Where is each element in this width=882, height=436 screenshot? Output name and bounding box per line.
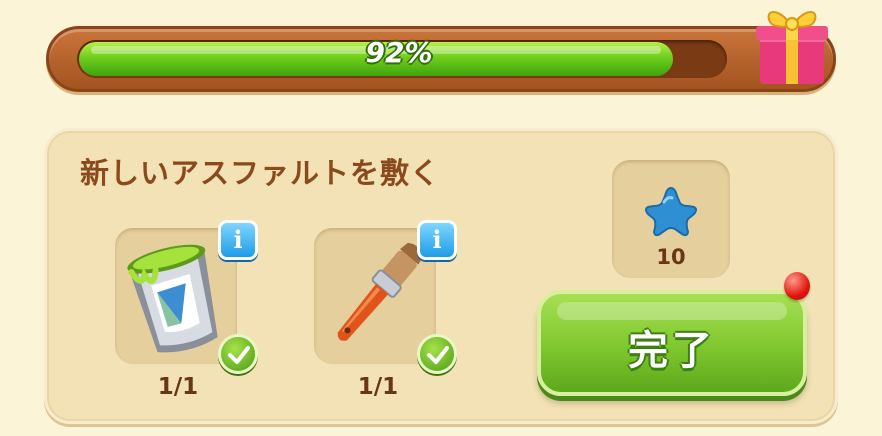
- item-count-paint-bucket: 1/1: [157, 374, 199, 400]
- complete-button-label: 完了: [628, 328, 716, 374]
- progress-bar: 92%: [46, 26, 836, 92]
- item-info-button-paint-bucket[interactable]: i: [218, 220, 258, 260]
- notification-dot: [784, 272, 810, 300]
- blue-star-icon: [645, 186, 697, 237]
- item-count-paintbrush: 1/1: [357, 374, 399, 400]
- progress-percent: 92%: [365, 36, 433, 69]
- reward-count: 10: [656, 245, 686, 269]
- complete-button[interactable]: 完了: [537, 290, 807, 396]
- task-title: 新しいアスファルトを敷く: [80, 156, 441, 190]
- screen: 92% 新しいアスファルトを敷く i 1/1 i 1/1 10 完了: [0, 0, 882, 436]
- check-icon: [218, 334, 258, 374]
- gift-box-icon[interactable]: [752, 0, 832, 90]
- item-info-button-paintbrush[interactable]: i: [417, 220, 457, 260]
- check-icon: [417, 334, 457, 374]
